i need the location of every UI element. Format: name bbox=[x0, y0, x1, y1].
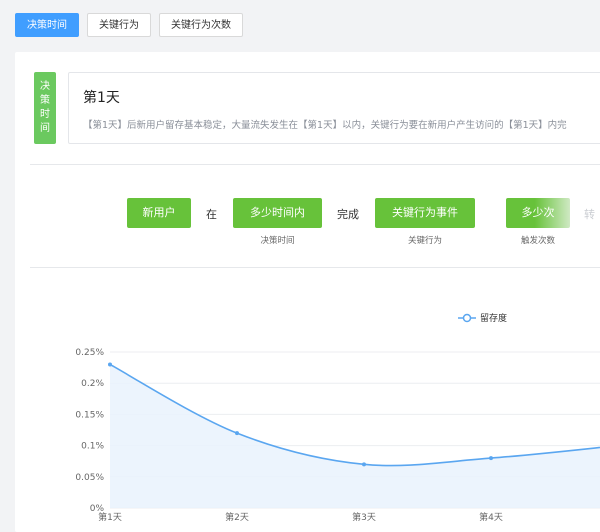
y-tick-label: 0.05% bbox=[75, 473, 104, 483]
flow-word-in: 在 bbox=[206, 208, 217, 221]
time-caption: 决策时间 bbox=[260, 236, 295, 246]
x-tick-label: 第3天 bbox=[352, 511, 376, 523]
info-title: 第1天 bbox=[83, 90, 120, 106]
y-tick-label: 0.2% bbox=[81, 379, 104, 389]
tab-key-action-count[interactable]: 关键行为次数 bbox=[159, 13, 243, 37]
y-tick-label: 0.15% bbox=[75, 410, 104, 420]
conversion-flow: 新用户 在 多少时间内 决策时间 完成 关键行为事件 关键行为 多少次 触发次数… bbox=[0, 198, 600, 248]
data-point bbox=[362, 462, 366, 467]
retention-chart: 0%0.05%0.1%0.15%0.2%0.25%第1天 第2天 第3天 第4天 bbox=[75, 348, 600, 523]
y-tick-label: 0.25% bbox=[75, 348, 104, 358]
x-tick-label: 第2天 bbox=[225, 511, 249, 523]
new-user-chip[interactable]: 新用户 bbox=[127, 198, 191, 228]
data-point bbox=[108, 362, 112, 367]
event-chip[interactable]: 关键行为事件 bbox=[375, 198, 475, 228]
count-caption: 触发次数 bbox=[520, 236, 555, 246]
data-point bbox=[235, 431, 239, 436]
event-caption: 关键行为 bbox=[407, 236, 442, 246]
tab-decision-time[interactable]: 决策时间 bbox=[15, 13, 79, 37]
tab-key-action[interactable]: 关键行为 bbox=[87, 13, 151, 37]
decision-time-badge: 决策时间 bbox=[34, 72, 56, 144]
count-chip[interactable]: 多少次 bbox=[506, 198, 570, 228]
x-tick-label: 第1天 bbox=[98, 511, 122, 523]
y-tick-label: 0.1% bbox=[81, 442, 104, 452]
data-point bbox=[489, 456, 493, 461]
flow-word-complete: 完成 bbox=[337, 208, 359, 221]
tab-bar: 决策时间 关键行为 关键行为次数 bbox=[15, 13, 243, 37]
series-area bbox=[110, 364, 600, 508]
info-box: 第1天 【第1天】后新用户留存基本稳定，大量流失发生在【第1天】以内，关键行为要… bbox=[68, 72, 600, 144]
info-description: 【第1天】后新用户留存基本稳定，大量流失发生在【第1天】以内，关键行为要在新用户… bbox=[83, 120, 567, 131]
divider-top bbox=[30, 164, 600, 165]
flow-word-trailing: 转 bbox=[584, 208, 595, 221]
divider-bottom bbox=[30, 267, 600, 268]
time-chip[interactable]: 多少时间内 bbox=[233, 198, 322, 228]
x-tick-label: 第4天 bbox=[479, 511, 503, 523]
